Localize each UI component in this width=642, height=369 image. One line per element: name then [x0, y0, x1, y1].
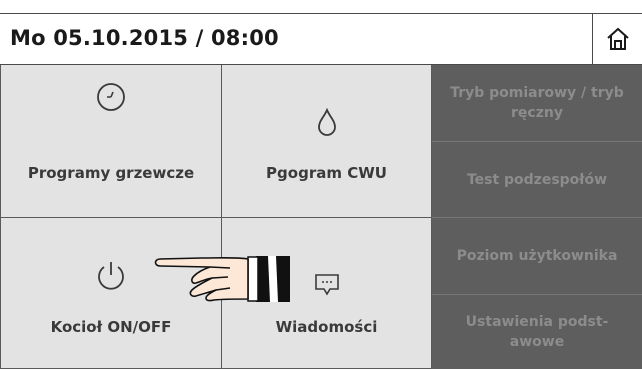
menu-item-label: Test podzespołów [466, 171, 608, 188]
water-drop-icon [317, 108, 336, 136]
tile-label: Wiadomości [275, 318, 378, 336]
tile-label: Kocioł ON/OFF [50, 318, 172, 336]
message-icon [314, 274, 339, 296]
label-line: awowe [509, 334, 565, 350]
clock-icon [97, 83, 125, 111]
controller-screen: Mo 05.10.2015 / 08:00 Programy grzewcze … [0, 0, 642, 369]
power-icon [98, 262, 124, 290]
tile-hot-water-program[interactable]: Pgogram CWU [222, 65, 432, 218]
tile-heating-programs[interactable]: Programy grzewcze [0, 65, 222, 218]
menu-item-label: Tryb pomiarowy / tryb ręczny [446, 83, 628, 123]
home-icon [606, 27, 629, 50]
home-button[interactable] [592, 14, 642, 64]
menu-item-basic-settings[interactable]: Ustawienia podst-awowe [432, 295, 642, 369]
tile-label: Pgogram CWU [266, 164, 387, 182]
label-line: Ustawienia podst- [465, 314, 609, 330]
menu-item-label: Ustawienia podst-awowe [462, 312, 613, 352]
tile-label: Programy grzewcze [27, 164, 195, 182]
label-line: Tryb pomiarowy / tryb [450, 85, 624, 101]
menu-item-user-level[interactable]: Poziom użytkownika [432, 218, 642, 295]
label-line: ręczny [511, 105, 563, 121]
menu-item-measurement-manual-mode[interactable]: Tryb pomiarowy / tryb ręczny [432, 65, 642, 142]
pointing-hand-icon [154, 256, 290, 302]
date-time-display: Mo 05.10.2015 / 08:00 [10, 26, 279, 50]
status-header: Mo 05.10.2015 / 08:00 [0, 13, 642, 65]
menu-item-component-test[interactable]: Test podzespołów [432, 142, 642, 218]
menu-item-label: Poziom użytkownika [456, 248, 618, 264]
